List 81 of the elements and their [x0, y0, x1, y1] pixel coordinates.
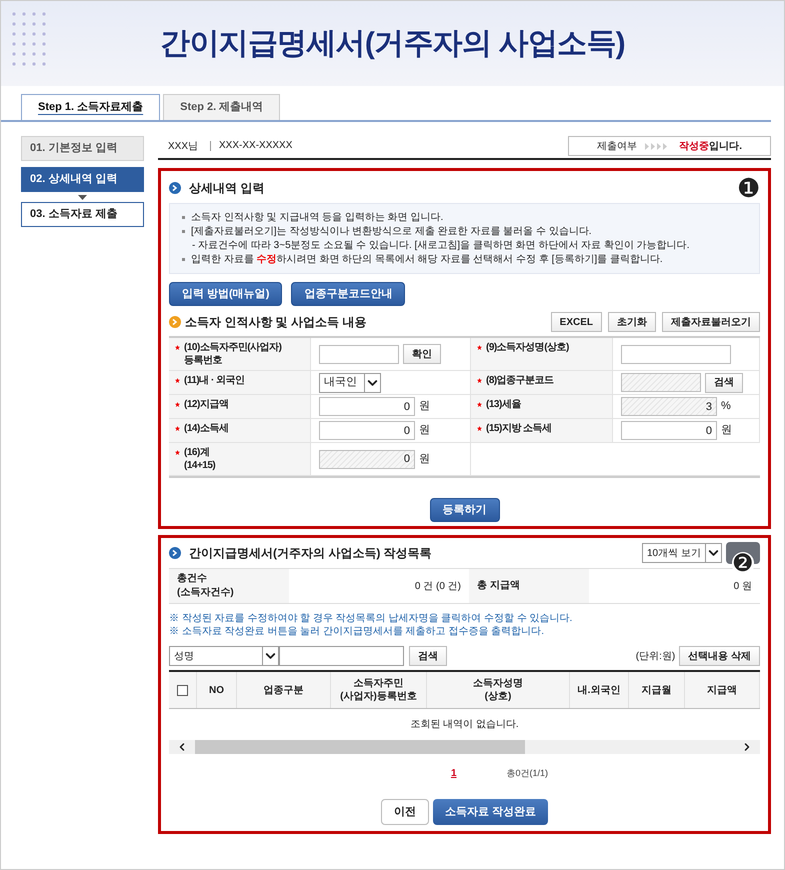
select-all-checkbox[interactable]: [177, 684, 188, 696]
column-header: 업종구분: [237, 672, 331, 708]
summary-label: 총건수 (소득자건수): [169, 569, 289, 603]
step-tab[interactable]: Step 1. 소득자료제출: [21, 94, 160, 120]
previous-button[interactable]: 이전: [380, 799, 429, 825]
notice-text: 소득자 인적사항 및 지급내역 등을 입력하는 화면 입니다.: [191, 211, 444, 224]
notice-text: 입력한 자료를 수정하시려면 화면 하단의 목록에서 해당 자료를 선택해서 수정 후 [등록하기]를 클릭합니다.: [191, 253, 663, 266]
page-size-select[interactable]: 10개씩 보기: [642, 543, 722, 563]
dropdown-icon: [705, 544, 721, 562]
input-field[interactable]: 0: [319, 421, 415, 440]
field-label: (8)업종구분코드: [486, 374, 554, 387]
summary-value: 0 원: [732, 580, 753, 594]
field-label: (9)소득자성명(상호): [486, 341, 569, 354]
input-field[interactable]: [319, 344, 399, 364]
info-note: ※ 작성된 자료를 수정하여야 할 경우 작성목록의 납세자명을 클릭하여 수정할 수 있습니다.: [169, 612, 574, 625]
field-label: (12)지급액: [184, 398, 228, 411]
page-title: 간이지급명세서(거주자의 사업소득): [160, 26, 625, 62]
horizontal-scrollbar[interactable]: [169, 740, 760, 754]
field-label: (14)소득세: [184, 422, 228, 435]
notice-text: [제출자료불러오기]는 작성방식이나 변환방식으로 제출 완료한 자료를 불러올 수 있습니다.: [191, 225, 592, 238]
complete-button[interactable]: 소득자료 작성완료: [432, 799, 548, 825]
step-item[interactable]: 03. 소득자료 제출: [21, 202, 144, 227]
toolbar-button[interactable]: EXCEL: [550, 312, 602, 332]
column-header: 내.외국인: [570, 672, 629, 708]
column-header: 소득자성명 (상호): [427, 672, 570, 708]
down-triangle-icon: [78, 195, 87, 200]
column-header: NO: [197, 672, 237, 708]
guide-button[interactable]: 업종구분코드안내: [291, 282, 406, 306]
column-header: 소득자주민 (사업자)등록번호: [331, 672, 427, 708]
unit-label: 원: [419, 452, 430, 467]
guide-button[interactable]: 입력 방법(매뉴얼): [169, 282, 282, 306]
search-field[interactable]: [279, 646, 404, 666]
input-field[interactable]: 0: [319, 397, 415, 416]
step-item[interactable]: 02. 상세내역 입력: [21, 167, 144, 192]
field-label: (13)세율: [486, 398, 521, 411]
summary-label: 총 지급액: [469, 569, 589, 603]
input-field[interactable]: 0: [621, 421, 717, 440]
register-button[interactable]: 등록하기: [430, 498, 500, 522]
unit-note: (단위:원): [636, 650, 676, 664]
column-header: 지급액: [685, 672, 760, 708]
dropdown-icon: [262, 647, 278, 665]
page-link[interactable]: 1: [450, 766, 457, 781]
section-marker: ❶: [737, 175, 760, 201]
form-title: 소득자 인적사항 및 사업소득 내용: [185, 314, 366, 331]
search-button[interactable]: 검색: [409, 646, 447, 666]
field-label: (15)지방 소득세: [486, 422, 552, 435]
bullet-icon: [182, 230, 185, 233]
step-tab[interactable]: Step 2. 제출내역: [163, 94, 280, 120]
dropdown-icon: [364, 374, 380, 392]
search-type-select[interactable]: 성명: [169, 646, 279, 666]
info-note: ※ 소득자료 작성완료 버튼을 눌러 간이지급명세서를 제출하고 접수증을 출력합니다.: [169, 625, 546, 638]
arrow-bullet-icon: [169, 547, 181, 559]
status-label: 제출여부: [597, 140, 638, 154]
field-label: (11)내 · 외국인: [184, 374, 245, 387]
summary-value: 0 건 (0 건): [414, 580, 462, 594]
field-button[interactable]: 확인: [403, 344, 441, 364]
field-label: (16)계 (14+15): [184, 446, 216, 472]
input-field[interactable]: [621, 344, 731, 364]
unit-label: %: [721, 399, 731, 414]
notice-text: - 자료건수에 따라 3~5분정도 소요될 수 있습니다. [새로고침]을 클릭하면 화면 하단에서 자료 확인이 가능합니다.: [192, 239, 690, 252]
section-title: 상세내역 입력: [189, 180, 264, 197]
status-value: 작성중입니다.: [679, 140, 742, 154]
field-label: (10)소득자주민(사업자) 등록번호: [184, 341, 282, 367]
delete-button[interactable]: 선택내용 삭제: [679, 646, 760, 666]
toolbar-button[interactable]: 초기화: [608, 312, 656, 332]
bullet-icon: [182, 258, 185, 261]
user-id: XXX-XX-XXXXX: [210, 141, 292, 151]
empty-message: 조회된 내역이 없습니다.: [409, 718, 520, 732]
toolbar-button[interactable]: 제출자료불러오기: [662, 312, 760, 332]
unit-label: 원: [419, 423, 430, 438]
arrow-bullet-icon: [169, 316, 181, 328]
column-header: 지급월: [629, 672, 685, 708]
bullet-icon: [182, 216, 185, 219]
unit-label: 원: [419, 399, 430, 414]
nationality-select[interactable]: 내국인: [319, 372, 381, 392]
step-item[interactable]: 01. 기본정보 입력: [21, 136, 144, 161]
user-name: XXX님: [168, 140, 198, 154]
unit-label: 원: [721, 423, 732, 438]
page-total: 총0건(1/1): [506, 766, 548, 780]
arrow-bullet-icon: [169, 182, 181, 194]
section-title: 간이지급명세서(거주자의 사업소득) 작성목록: [189, 545, 432, 562]
